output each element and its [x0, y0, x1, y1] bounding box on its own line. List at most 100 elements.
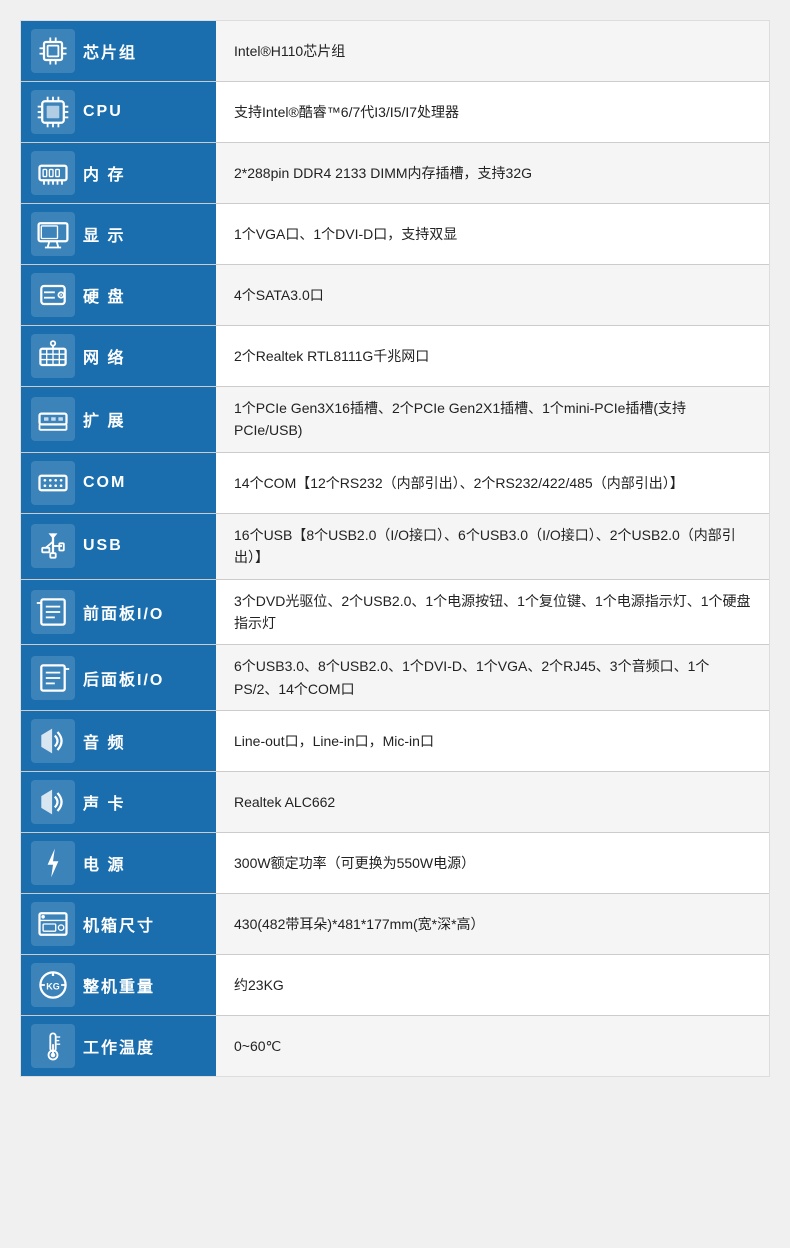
spec-row-front-io: 前面板I/O 3个DVD光驱位、2个USB2.0、1个电源按钮、1个复位键、1个…	[21, 580, 769, 646]
display-icon	[31, 212, 75, 256]
spec-row-expansion: 扩 展 1个PCIe Gen3X16插槽、2个PCIe Gen2X1插槽、1个m…	[21, 387, 769, 453]
value-text-display: 1个VGA口、1个DVI-D口，支持双显	[234, 223, 457, 245]
label-text-front-io: 前面板I/O	[83, 600, 164, 624]
value-cell-memory: 2*288pin DDR4 2133 DIMM内存插槽，支持32G	[216, 143, 769, 203]
spec-row-temperature: 工作温度 0~60℃	[21, 1016, 769, 1076]
value-text-audio: Line-out口，Line-in口，Mic-in口	[234, 730, 434, 752]
value-text-cpu: 支持Intel®酷睿™6/7代I3/I5/I7处理器	[234, 101, 459, 123]
label-cell-harddisk: 硬 盘	[21, 265, 216, 325]
value-text-memory: 2*288pin DDR4 2133 DIMM内存插槽，支持32G	[234, 162, 532, 184]
value-text-chassis: 430(482带耳朵)*481*177mm(宽*深*高）	[234, 913, 485, 935]
label-cell-expansion: 扩 展	[21, 387, 216, 452]
label-cell-usb: USB	[21, 514, 216, 579]
label-cell-chipset: 芯片组	[21, 21, 216, 81]
spec-row-chipset: 芯片组 Intel®H110芯片组	[21, 21, 769, 82]
front-panel-icon	[31, 590, 75, 634]
memory-icon	[31, 151, 75, 195]
value-cell-weight: 约23KG	[216, 955, 769, 1015]
spec-row-display: 显 示 1个VGA口、1个DVI-D口，支持双显	[21, 204, 769, 265]
spec-row-memory: 内 存 2*288pin DDR4 2133 DIMM内存插槽，支持32G	[21, 143, 769, 204]
label-text-rear-io: 后面板I/O	[83, 666, 164, 690]
label-cell-chassis: 机箱尺寸	[21, 894, 216, 954]
spec-row-rear-io: 后面板I/O 6个USB3.0、8个USB2.0、1个DVI-D、1个VGA、2…	[21, 645, 769, 711]
temperature-icon	[31, 1024, 75, 1068]
harddisk-icon	[31, 273, 75, 317]
label-cell-front-io: 前面板I/O	[21, 580, 216, 645]
label-cell-weight: KG 整机重量	[21, 955, 216, 1015]
label-text-temperature: 工作温度	[83, 1034, 155, 1058]
label-cell-audio: 音 频	[21, 711, 216, 771]
value-text-harddisk: 4个SATA3.0口	[234, 284, 324, 306]
label-text-usb: USB	[83, 537, 123, 555]
label-text-display: 显 示	[83, 222, 125, 246]
label-text-soundcard: 声 卡	[83, 790, 125, 814]
label-text-cpu: CPU	[83, 103, 123, 121]
value-cell-power: 300W额定功率（可更换为550W电源）	[216, 833, 769, 893]
value-text-temperature: 0~60℃	[234, 1035, 281, 1057]
audio-icon	[31, 719, 75, 763]
value-cell-soundcard: Realtek ALC662	[216, 772, 769, 832]
spec-row-cpu: CPU 支持Intel®酷睿™6/7代I3/I5/I7处理器	[21, 82, 769, 143]
expansion-icon	[31, 397, 75, 441]
label-text-expansion: 扩 展	[83, 407, 125, 431]
value-text-weight: 约23KG	[234, 974, 284, 996]
value-cell-com: 14个COM【12个RS232（内部引出）、2个RS232/422/485（内部…	[216, 453, 769, 513]
value-text-network: 2个Realtek RTL8111G千兆网口	[234, 345, 429, 367]
value-text-front-io: 3个DVD光驱位、2个USB2.0、1个电源按钮、1个复位键、1个电源指示灯、1…	[234, 590, 751, 635]
svg-text:KG: KG	[46, 982, 60, 992]
value-text-rear-io: 6个USB3.0、8个USB2.0、1个DVI-D、1个VGA、2个RJ45、3…	[234, 655, 751, 700]
value-text-usb: 16个USB【8个USB2.0（I/O接口）、6个USB3.0（I/O接口）、2…	[234, 524, 751, 569]
value-cell-temperature: 0~60℃	[216, 1016, 769, 1076]
spec-row-audio: 音 频 Line-out口，Line-in口，Mic-in口	[21, 711, 769, 772]
label-text-memory: 内 存	[83, 161, 125, 185]
label-cell-temperature: 工作温度	[21, 1016, 216, 1076]
spec-row-power: 电 源 300W额定功率（可更换为550W电源）	[21, 833, 769, 894]
usb-icon	[31, 524, 75, 568]
spec-row-network: 网 络 2个Realtek RTL8111G千兆网口	[21, 326, 769, 387]
value-cell-front-io: 3个DVD光驱位、2个USB2.0、1个电源按钮、1个复位键、1个电源指示灯、1…	[216, 580, 769, 645]
value-text-soundcard: Realtek ALC662	[234, 791, 335, 813]
value-cell-audio: Line-out口，Line-in口，Mic-in口	[216, 711, 769, 771]
com-icon	[31, 461, 75, 505]
spec-table: 芯片组 Intel®H110芯片组 CPU 支持Intel®酷睿™6/7代I3/…	[20, 20, 770, 1077]
chassis-icon	[31, 902, 75, 946]
power-icon	[31, 841, 75, 885]
cpu-icon	[31, 90, 75, 134]
spec-row-usb: USB 16个USB【8个USB2.0（I/O接口）、6个USB3.0（I/O接…	[21, 514, 769, 580]
label-cell-cpu: CPU	[21, 82, 216, 142]
label-text-network: 网 络	[83, 344, 125, 368]
value-text-power: 300W额定功率（可更换为550W电源）	[234, 852, 475, 874]
spec-row-weight: KG 整机重量 约23KG	[21, 955, 769, 1016]
chipset-icon	[31, 29, 75, 73]
value-cell-chassis: 430(482带耳朵)*481*177mm(宽*深*高）	[216, 894, 769, 954]
label-cell-memory: 内 存	[21, 143, 216, 203]
value-text-expansion: 1个PCIe Gen3X16插槽、2个PCIe Gen2X1插槽、1个mini-…	[234, 397, 751, 442]
label-cell-soundcard: 声 卡	[21, 772, 216, 832]
network-icon	[31, 334, 75, 378]
spec-row-soundcard: 声 卡 Realtek ALC662	[21, 772, 769, 833]
label-text-audio: 音 频	[83, 729, 125, 753]
label-cell-network: 网 络	[21, 326, 216, 386]
spec-row-com: COM 14个COM【12个RS232（内部引出）、2个RS232/422/48…	[21, 453, 769, 514]
spec-row-chassis: 机箱尺寸 430(482带耳朵)*481*177mm(宽*深*高）	[21, 894, 769, 955]
soundcard-icon	[31, 780, 75, 824]
value-cell-cpu: 支持Intel®酷睿™6/7代I3/I5/I7处理器	[216, 82, 769, 142]
value-text-chipset: Intel®H110芯片组	[234, 40, 345, 62]
label-text-chassis: 机箱尺寸	[83, 912, 155, 936]
value-cell-expansion: 1个PCIe Gen3X16插槽、2个PCIe Gen2X1插槽、1个mini-…	[216, 387, 769, 452]
value-cell-network: 2个Realtek RTL8111G千兆网口	[216, 326, 769, 386]
value-cell-display: 1个VGA口、1个DVI-D口，支持双显	[216, 204, 769, 264]
label-cell-com: COM	[21, 453, 216, 513]
value-cell-usb: 16个USB【8个USB2.0（I/O接口）、6个USB3.0（I/O接口）、2…	[216, 514, 769, 579]
spec-row-harddisk: 硬 盘 4个SATA3.0口	[21, 265, 769, 326]
label-cell-display: 显 示	[21, 204, 216, 264]
label-text-power: 电 源	[83, 851, 125, 875]
label-text-harddisk: 硬 盘	[83, 283, 125, 307]
label-text-chipset: 芯片组	[83, 39, 137, 63]
label-cell-power: 电 源	[21, 833, 216, 893]
label-cell-rear-io: 后面板I/O	[21, 645, 216, 710]
value-cell-chipset: Intel®H110芯片组	[216, 21, 769, 81]
label-text-weight: 整机重量	[83, 973, 155, 997]
value-cell-rear-io: 6个USB3.0、8个USB2.0、1个DVI-D、1个VGA、2个RJ45、3…	[216, 645, 769, 710]
value-cell-harddisk: 4个SATA3.0口	[216, 265, 769, 325]
